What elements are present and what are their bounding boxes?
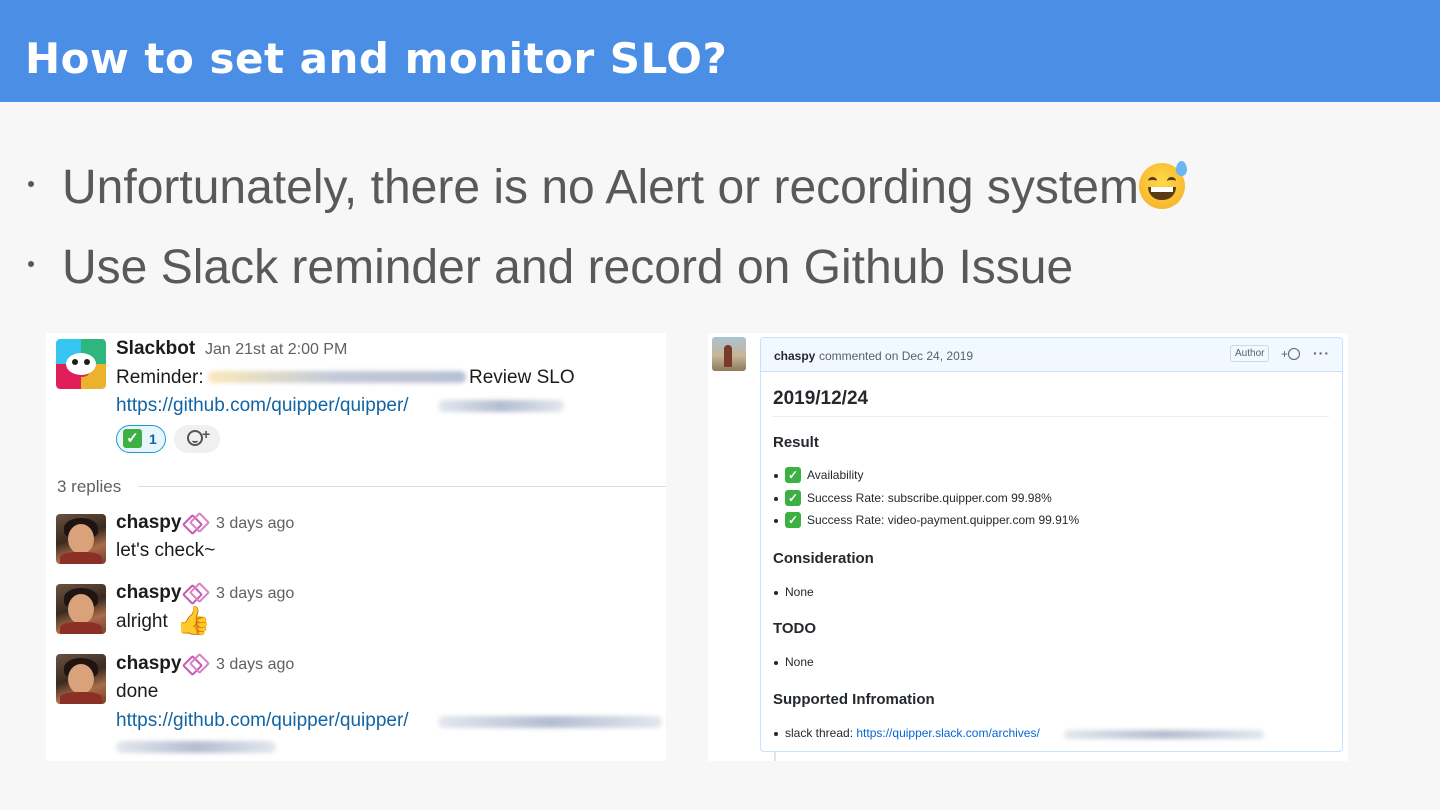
comment-heading: 2019/12/24 <box>773 388 869 409</box>
section-title-result: Result <box>773 434 819 451</box>
list-item: None <box>774 585 814 599</box>
redacted-link <box>438 716 662 728</box>
user-avatar[interactable] <box>56 514 106 564</box>
author-badge: Author <box>1230 345 1270 362</box>
author-avatar[interactable] <box>712 337 746 371</box>
section-title-supported-information: Supported Infromation <box>773 691 935 708</box>
list-item-text: Availability <box>807 468 864 483</box>
workspace-badge-icon <box>181 511 211 536</box>
bullet-text: Unfortunately, there is no Alert or reco… <box>62 161 1139 214</box>
message-author[interactable]: Slackbot <box>116 338 195 360</box>
slide-title: How to set and monitor SLO? <box>25 34 728 83</box>
slackbot-avatar[interactable] <box>56 339 106 389</box>
section-title-todo: TODO <box>773 620 817 637</box>
list-item-text: Success Rate: video-payment.quipper.com … <box>807 513 1080 528</box>
more-options-button[interactable]: ··· <box>1313 345 1330 361</box>
slide-title-bar: How to set and monitor SLO? <box>0 0 1440 102</box>
check-mark-icon: ✓ <box>785 490 801 506</box>
message-author[interactable]: chaspy <box>116 582 181 604</box>
reaction-count: 1 <box>149 431 157 447</box>
github-issue-comment-panel: chaspy commented on Dec 24, 2019 Author … <box>708 333 1348 761</box>
slack-thread-link[interactable]: https://quipper.slack.com/archives/ <box>856 726 1039 740</box>
reminder-suffix: Review SLO <box>469 367 575 388</box>
bullet-dot <box>28 181 34 188</box>
comment-header: chaspy commented on Dec 24, 2019 Author … <box>761 338 1342 372</box>
plus-icon: + <box>202 426 211 442</box>
bullet-item: Use Slack reminder and record on Github … <box>28 240 1073 295</box>
check-reaction-button[interactable]: ✓ 1 <box>116 425 166 453</box>
message-link[interactable]: https://github.com/quipper/quipper/ <box>116 710 409 732</box>
replies-count[interactable]: 3 replies <box>57 477 121 497</box>
message-timestamp[interactable]: Jan 21st at 2:00 PM <box>205 341 347 359</box>
slack-thread-panel: Slackbot Jan 21st at 2:00 PM Reminder: R… <box>46 333 666 761</box>
message-text: let's check~ <box>116 540 216 561</box>
list-item-text: Success Rate: subscribe.quipper.com 99.9… <box>807 491 1052 506</box>
list-item-text: slack thread: <box>785 726 857 740</box>
workspace-badge-icon <box>181 652 211 677</box>
smiley-icon <box>1288 347 1301 360</box>
reminder-link[interactable]: https://github.com/quipper/quipper/ <box>116 395 409 417</box>
message-author[interactable]: chaspy <box>116 653 181 675</box>
redacted-link <box>1064 730 1264 739</box>
list-item: None <box>774 655 814 669</box>
redacted-text <box>208 371 466 383</box>
add-reaction-button[interactable]: + <box>1281 347 1301 361</box>
check-mark-icon: ✓ <box>785 467 801 483</box>
bullet-text: Use Slack reminder and record on Github … <box>62 241 1074 294</box>
check-mark-icon: ✓ <box>123 429 142 448</box>
section-title-consideration: Consideration <box>773 550 874 567</box>
emoji-smile-icon <box>187 430 203 446</box>
bullet-dot <box>28 261 34 268</box>
message-author[interactable]: chaspy <box>116 512 181 534</box>
comment-date[interactable]: commented on Dec 24, 2019 <box>819 349 973 363</box>
thumbs-up-emoji-icon: 👍 <box>176 605 211 636</box>
add-reaction-button[interactable]: + <box>174 425 220 453</box>
message-text: done <box>116 681 159 702</box>
workspace-badge-icon <box>181 581 211 606</box>
user-avatar[interactable] <box>56 654 106 704</box>
redacted-link <box>116 741 276 753</box>
bullet-item: Unfortunately, there is no Alert or reco… <box>28 160 1187 215</box>
plus-icon: + <box>1281 347 1289 361</box>
list-item: ✓ Success Rate: subscribe.quipper.com 99.… <box>774 490 1052 507</box>
list-item: ✓ Success Rate: video-payment.quipper.com… <box>773 512 1080 529</box>
message-text: alright <box>116 611 168 632</box>
message-timestamp[interactable]: 3 days ago <box>216 515 294 533</box>
reminder-prefix: Reminder: <box>116 367 204 388</box>
user-avatar[interactable] <box>56 584 106 634</box>
comment-box: chaspy commented on Dec 24, 2019 Author … <box>760 337 1343 752</box>
check-mark-icon: ✓ <box>785 512 801 528</box>
timeline-line <box>774 752 776 761</box>
replies-divider <box>138 486 666 487</box>
message-timestamp[interactable]: 3 days ago <box>216 656 294 674</box>
message-timestamp[interactable]: 3 days ago <box>216 585 294 603</box>
list-item: slack thread: https://quipper.slack.com/… <box>774 726 1040 740</box>
grinning-sweat-emoji-icon <box>1138 161 1187 210</box>
heading-divider <box>773 416 1329 417</box>
list-item: ✓ Availability <box>773 467 864 484</box>
comment-author[interactable]: chaspy <box>774 349 815 363</box>
redacted-link <box>438 400 564 412</box>
